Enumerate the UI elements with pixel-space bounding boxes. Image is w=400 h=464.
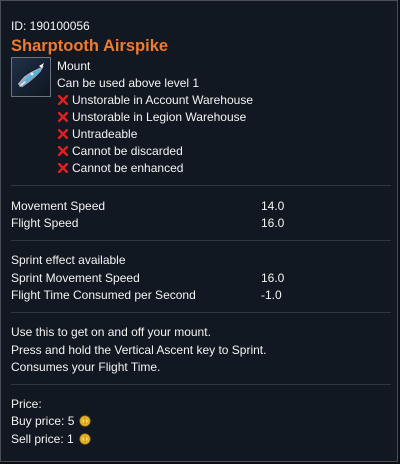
- restriction-no-discard: Cannot be discarded: [57, 144, 183, 158]
- red-x-icon: [57, 111, 69, 123]
- item-id: ID: 190100056: [11, 19, 90, 33]
- item-type: Mount: [57, 59, 91, 73]
- item-tooltip: ID: 190100056 Sharptooth Airspike Mount: [0, 0, 398, 462]
- flight-time-consumed-value: -1.0: [261, 288, 282, 302]
- restriction-label: Unstorable in Legion Warehouse: [72, 110, 247, 124]
- level-requirement: Can be used above level 1: [57, 76, 200, 90]
- divider: [11, 312, 391, 313]
- buy-price: Buy price: 5: [11, 414, 91, 428]
- divider: [11, 185, 391, 186]
- restriction-label: Untradeable: [72, 127, 138, 141]
- gold-coin-icon: [79, 415, 91, 427]
- sprint-movement-speed-value: 16.0: [261, 271, 285, 285]
- restriction-account-warehouse: Unstorable in Account Warehouse: [57, 93, 253, 107]
- restriction-label: Cannot be discarded: [72, 144, 183, 158]
- flight-time-consumed-label: Flight Time Consumed per Second: [11, 288, 196, 302]
- description-line-2: Press and hold the Vertical Ascent key t…: [11, 343, 267, 357]
- restriction-label: Unstorable in Account Warehouse: [72, 93, 253, 107]
- divider: [11, 240, 391, 241]
- red-x-icon: [57, 162, 69, 174]
- red-x-icon: [57, 94, 69, 106]
- restriction-legion-warehouse: Unstorable in Legion Warehouse: [57, 110, 246, 124]
- gold-coin-icon: [79, 433, 91, 445]
- price-header: Price:: [11, 397, 42, 411]
- movement-speed-label: Movement Speed: [11, 199, 106, 213]
- description-line-3: Consumes your Flight Time.: [11, 360, 161, 374]
- flight-speed-label: Flight Speed: [11, 216, 79, 230]
- description-line-1: Use this to get on and off your mount.: [11, 325, 211, 339]
- divider: [11, 384, 391, 385]
- mount-icon: [11, 57, 51, 97]
- sell-price: Sell price: 1: [11, 432, 91, 446]
- movement-speed-value: 14.0: [261, 199, 285, 213]
- sprint-available: Sprint effect available: [11, 253, 126, 267]
- sprint-movement-speed-label: Sprint Movement Speed: [11, 271, 140, 285]
- buy-price-label: Buy price: 5: [11, 414, 75, 428]
- red-x-icon: [57, 128, 69, 140]
- flight-speed-value: 16.0: [261, 216, 285, 230]
- red-x-icon: [57, 145, 69, 157]
- sell-price-label: Sell price: 1: [11, 432, 74, 446]
- restriction-label: Cannot be enhanced: [72, 161, 184, 175]
- item-name: Sharptooth Airspike: [11, 37, 169, 55]
- restriction-untradeable: Untradeable: [57, 127, 137, 141]
- restriction-no-enhance: Cannot be enhanced: [57, 161, 183, 175]
